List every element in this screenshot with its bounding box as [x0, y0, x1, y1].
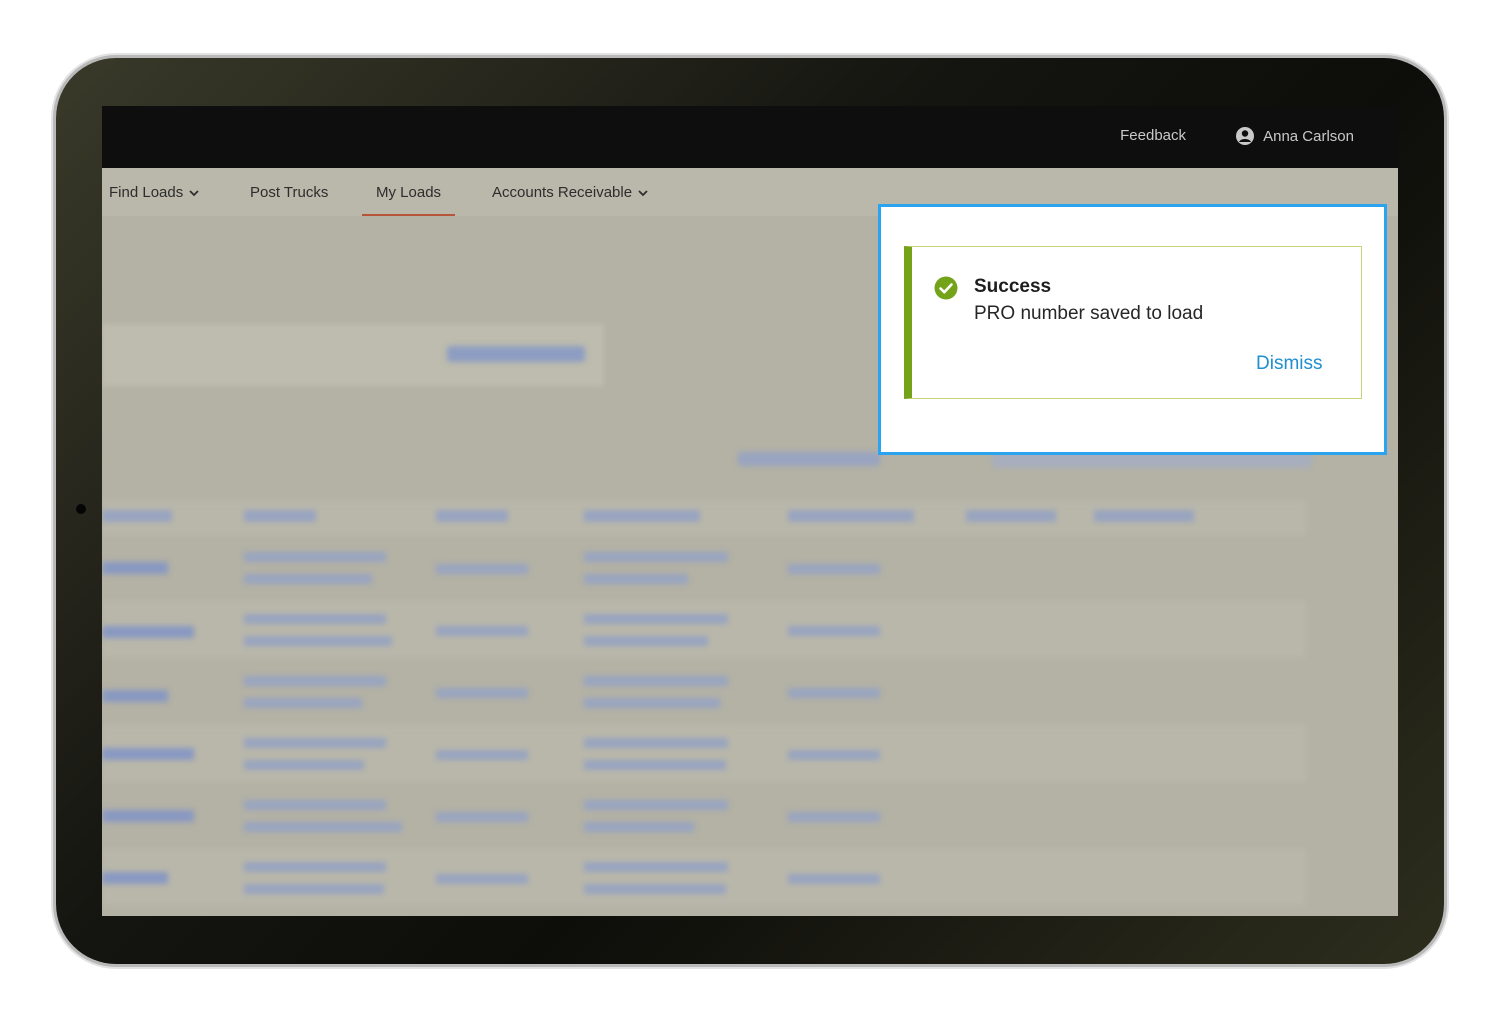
chevron-down-icon — [189, 189, 199, 196]
nav-item-label: My Loads — [376, 184, 442, 201]
user-avatar-icon — [1236, 127, 1255, 145]
notification-message: PRO number saved to load — [974, 303, 1204, 324]
nav-item-post-trucks[interactable]: Post Trucks — [250, 184, 328, 201]
table-row-blurred — [102, 538, 1306, 596]
check-circle-icon — [934, 276, 958, 300]
table-row-blurred — [102, 600, 1306, 658]
nav-item-my-loads[interactable]: My Loads — [361, 184, 456, 216]
nav-item-accounts-receivable[interactable]: Accounts Receivable — [492, 184, 648, 201]
feedback-link[interactable]: Feedback — [1120, 127, 1186, 144]
user-menu[interactable]: Anna Carlson — [1235, 126, 1354, 146]
modify-search-button-blurred — [447, 346, 585, 362]
table-header-blurred — [102, 500, 1306, 536]
table-row-blurred — [102, 662, 1306, 720]
notification-title: Success — [974, 276, 1052, 297]
table-row-blurred — [102, 786, 1306, 844]
chevron-down-icon — [638, 189, 648, 196]
table-row-blurred — [102, 724, 1306, 782]
table-row-blurred — [102, 848, 1306, 906]
dismiss-button[interactable]: Dismiss — [1256, 353, 1323, 375]
results-per-page-blurred — [738, 452, 880, 466]
nav-item-find-loads[interactable]: Find Loads — [109, 184, 199, 201]
nav-item-label: Post Trucks — [250, 184, 329, 201]
camera-icon — [76, 504, 86, 514]
nav-item-label: Find Loads — [109, 184, 184, 201]
top-header: Feedback Anna Carlson — [102, 106, 1398, 168]
nav-item-label: Accounts Receivable — [492, 184, 633, 201]
user-name: Anna Carlson — [1263, 127, 1354, 145]
